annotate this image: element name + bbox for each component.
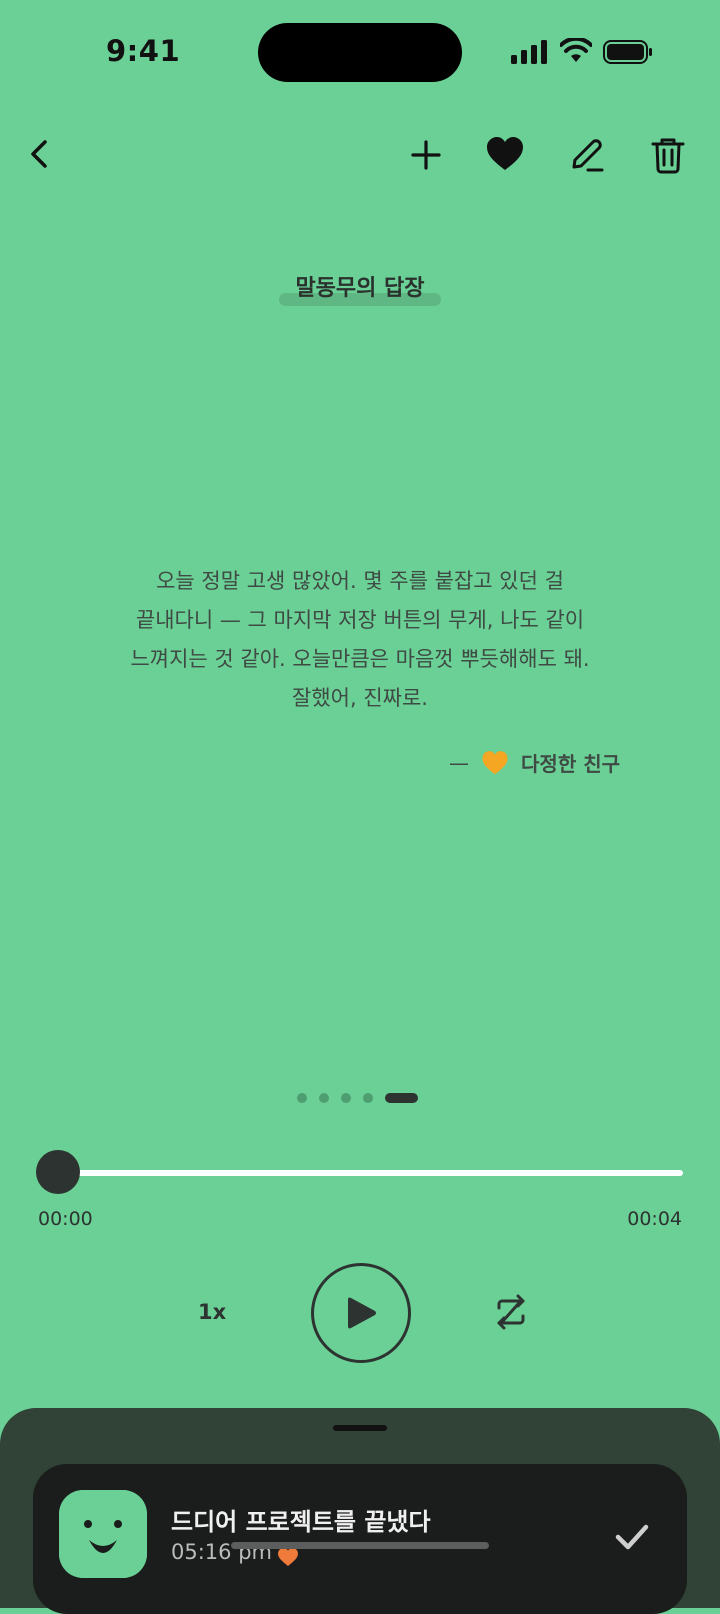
back-button[interactable] <box>16 130 64 178</box>
sheet-handle[interactable] <box>333 1425 387 1431</box>
message-line: 느껴지는 것 같아. 오늘만큼은 마음껏 뿌듯해해도 돼. <box>130 647 590 671</box>
page-dot[interactable] <box>297 1093 307 1103</box>
battery-icon <box>603 40 652 64</box>
heart-icon <box>487 137 523 170</box>
progress-thumb[interactable] <box>36 1150 80 1194</box>
wifi-icon <box>560 38 592 62</box>
check-icon[interactable] <box>612 1516 652 1556</box>
favorite-button[interactable] <box>481 131 529 179</box>
page-dot[interactable] <box>319 1093 329 1103</box>
pencil-icon <box>572 139 604 172</box>
page-dot[interactable] <box>363 1093 373 1103</box>
page-indicator <box>297 1093 418 1103</box>
message-line: 오늘 정말 고생 많았어. 몇 주를 붙잡고 있던 걸 <box>156 569 564 593</box>
page-dot-active[interactable] <box>385 1093 418 1103</box>
message-signature: — 다정한 친구 <box>449 748 620 777</box>
repeat-icon[interactable] <box>489 1290 533 1334</box>
page-dot[interactable] <box>341 1093 351 1103</box>
dynamic-island <box>258 23 462 82</box>
progress-track[interactable] <box>58 1170 683 1176</box>
current-time: 00:00 <box>38 1208 93 1230</box>
plus-icon <box>411 140 441 170</box>
delete-button[interactable] <box>644 131 692 179</box>
smiley-avatar-icon <box>59 1490 147 1578</box>
orange-heart-icon <box>482 750 508 774</box>
heart-tag-icon <box>278 1548 298 1566</box>
chevron-left-icon <box>31 140 47 168</box>
status-time: 9:41 <box>106 34 181 68</box>
play-icon <box>348 1297 376 1329</box>
add-button[interactable] <box>402 131 450 179</box>
home-indicator <box>231 1542 489 1549</box>
playback-speed-button[interactable]: 1x <box>198 1300 226 1324</box>
signature-name: 다정한 친구 <box>521 752 620 776</box>
signature-dash: — <box>449 750 470 775</box>
page-title: 말동무의 답장 <box>295 276 425 301</box>
message-line: 끝내다니 — 그 마지막 저장 버튼의 무게, 나도 같이 <box>135 608 585 632</box>
cellular-signal-icon <box>511 40 547 64</box>
reply-message: 오늘 정말 고생 많았어. 몇 주를 붙잡고 있던 걸 끝내다니 — 그 마지막… <box>100 562 620 718</box>
edit-button[interactable] <box>562 131 610 179</box>
message-line: 잘했어, 진짜로. <box>292 686 428 710</box>
trash-icon <box>651 138 685 174</box>
play-button[interactable] <box>311 1263 411 1363</box>
total-time: 00:04 <box>627 1208 682 1230</box>
entry-title: 드디어 프로젝트를 끝냈다 <box>171 1508 431 1536</box>
